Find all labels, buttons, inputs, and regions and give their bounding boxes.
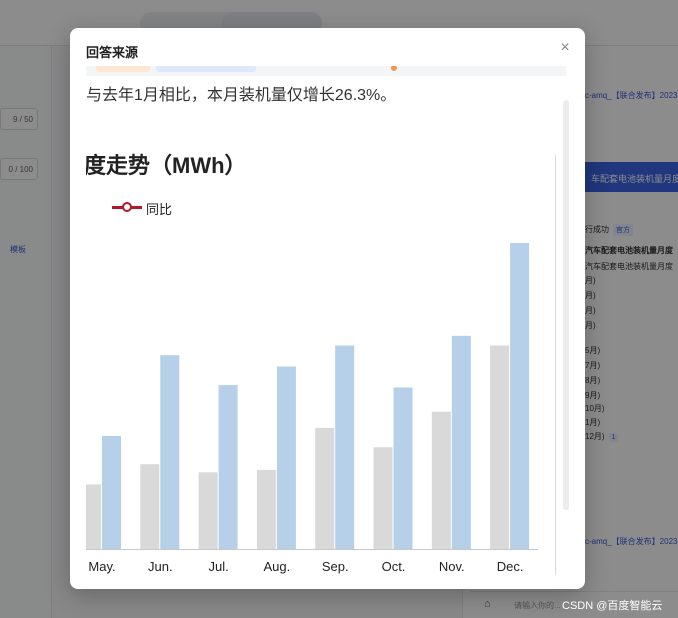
x-tick-label: Sep. — [322, 559, 349, 574]
bar-series1-nov — [431, 411, 451, 549]
bar-series2-dec — [510, 242, 530, 549]
bar-series2-may — [102, 435, 121, 549]
source-meta-strip — [86, 66, 566, 76]
source-dot-icon-2 — [391, 66, 397, 71]
chart-section-title: 度走势（MWh） — [86, 153, 247, 178]
close-icon: × — [560, 39, 570, 56]
bar-series1-jun — [140, 464, 160, 549]
bar-series1-may — [86, 484, 101, 549]
x-tick-label: Aug. — [264, 559, 291, 574]
x-tick-label: Oct. — [382, 559, 406, 574]
legend-label: 同比 — [146, 202, 173, 217]
x-tick-label: Jun. — [148, 559, 173, 574]
bar-series1-jul — [198, 472, 218, 549]
modal-title: 回答来源 — [86, 45, 139, 60]
bar-series2-jul — [218, 385, 238, 549]
x-tick-label: Nov. — [439, 559, 465, 574]
article-text: 与去年1月相比，本月装机量仅增长26.3%。 — [86, 87, 397, 104]
watermark: CSDN @百度智能云 — [562, 600, 663, 612]
bar-series2-jun — [160, 355, 180, 549]
x-tick-label: Jul. — [208, 559, 228, 574]
bar-series2-sep — [335, 345, 355, 549]
source-content: 与去年1月相比，本月装机量仅增长26.3%。 度走势（MWh） 同比 May. J… — [86, 66, 566, 576]
bar-series1-oct — [373, 447, 393, 549]
bar-chart: May. Jun. Jul. Aug. Sep. Oct. Nov. Dec. — [86, 242, 538, 574]
bar-series2-nov — [451, 335, 471, 549]
legend-marker-icon — [122, 202, 132, 212]
content-divider — [555, 155, 556, 575]
bar-series2-aug — [276, 366, 296, 549]
content-scrollbar[interactable] — [563, 100, 569, 510]
source-modal: 回答来源 × 与去年1月相比，本月装机量仅增长26.3%。 度走势（MWh） 同… — [70, 28, 585, 589]
source-chip-2 — [156, 66, 256, 72]
x-tick-label: Dec. — [497, 559, 524, 574]
close-button[interactable]: × — [555, 38, 575, 58]
x-tick-label: May. — [88, 559, 115, 574]
bar-series2-oct — [393, 387, 413, 549]
bar-series1-aug — [256, 469, 276, 549]
bar-series1-sep — [315, 427, 335, 549]
bar-series1-dec — [490, 345, 510, 549]
source-chip-1 — [96, 66, 150, 72]
